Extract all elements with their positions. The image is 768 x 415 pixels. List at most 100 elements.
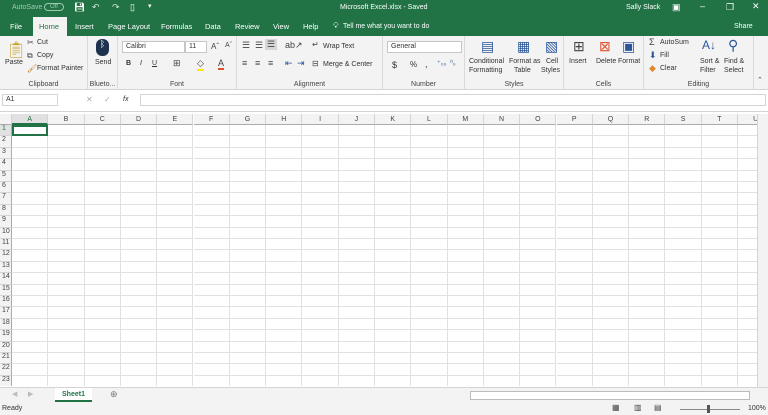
ribbon-display-icon[interactable]: ▣ <box>672 2 681 13</box>
clear-button[interactable]: Clear <box>660 65 677 72</box>
cell-Q3[interactable] <box>592 147 630 160</box>
delete-button[interactable]: Delete <box>596 58 616 65</box>
center-icon[interactable]: ≡ <box>255 58 260 68</box>
row-header[interactable]: 22 <box>0 364 12 376</box>
cell-D13[interactable] <box>120 261 158 274</box>
cell-I6[interactable] <box>302 182 339 194</box>
cell-D7[interactable] <box>120 193 158 205</box>
cell-G3[interactable] <box>229 147 267 160</box>
cell-styles-button-line2[interactable]: Styles <box>541 67 560 74</box>
cell-N7[interactable] <box>483 193 521 205</box>
cell-J6[interactable] <box>338 182 375 194</box>
cell-I1[interactable] <box>302 125 339 137</box>
cell-T15[interactable] <box>701 284 738 296</box>
cell-A20[interactable] <box>12 341 49 353</box>
page-break-view-icon[interactable]: ▤ <box>654 403 662 412</box>
cell-B23[interactable] <box>48 375 85 386</box>
cell-O19[interactable] <box>520 330 557 342</box>
cell-S3[interactable] <box>665 147 702 160</box>
cell-O1[interactable] <box>520 125 557 137</box>
cell-K19[interactable] <box>375 330 412 342</box>
cell-B22[interactable] <box>48 364 85 376</box>
comma-button[interactable]: , <box>425 59 428 69</box>
cell-M10[interactable] <box>447 227 484 239</box>
cell-G10[interactable] <box>229 227 267 239</box>
cell-I17[interactable] <box>302 307 339 319</box>
cell-I2[interactable] <box>302 136 339 148</box>
new-file-icon[interactable]: ▯ <box>130 2 135 13</box>
cell-K23[interactable] <box>375 375 412 386</box>
cell-B17[interactable] <box>48 307 85 319</box>
cell-C21[interactable] <box>84 353 121 365</box>
cell-S18[interactable] <box>665 318 702 331</box>
cell-I4[interactable] <box>302 159 339 171</box>
cell-P8[interactable] <box>556 204 593 217</box>
cell-F8[interactable] <box>193 204 230 217</box>
cell-A3[interactable] <box>12 147 49 160</box>
cell-G8[interactable] <box>229 204 267 217</box>
cell-G11[interactable] <box>229 239 267 251</box>
cell-O22[interactable] <box>520 364 557 376</box>
cell-S21[interactable] <box>665 353 702 365</box>
cell-B20[interactable] <box>48 341 85 353</box>
cell-J14[interactable] <box>338 273 375 285</box>
cell-J17[interactable] <box>338 307 375 319</box>
cell-G18[interactable] <box>229 318 267 331</box>
column-header[interactable]: F <box>193 114 230 125</box>
fill-button[interactable]: Fill <box>660 52 669 59</box>
cell-R10[interactable] <box>629 227 666 239</box>
cell-A18[interactable] <box>12 318 49 331</box>
cell-F19[interactable] <box>193 330 230 342</box>
cell-J16[interactable] <box>338 296 375 308</box>
conditional-formatting-button[interactable]: Conditional <box>469 58 504 65</box>
cell-G15[interactable] <box>229 284 267 296</box>
cell-K7[interactable] <box>375 193 412 205</box>
cell-P18[interactable] <box>556 318 593 331</box>
cell-E9[interactable] <box>157 216 194 228</box>
cell-T1[interactable] <box>701 125 738 137</box>
cell-L18[interactable] <box>411 318 448 331</box>
cell-T14[interactable] <box>701 273 738 285</box>
cell-T23[interactable] <box>702 375 738 386</box>
cell-F5[interactable] <box>193 170 230 182</box>
tell-me-input[interactable]: Tell me what you want to do <box>343 23 429 30</box>
tab-page-layout[interactable]: Page Layout <box>102 17 156 36</box>
cell-B3[interactable] <box>48 147 85 160</box>
row-header[interactable]: 10 <box>0 227 12 239</box>
cell-L16[interactable] <box>411 296 448 308</box>
cell-F3[interactable] <box>193 147 230 160</box>
share-button[interactable]: Share <box>734 23 753 30</box>
cell-C15[interactable] <box>84 284 121 296</box>
cell-P3[interactable] <box>556 147 593 160</box>
cell-S1[interactable] <box>665 125 702 137</box>
cell-E16[interactable] <box>157 296 194 308</box>
wrap-text-button[interactable]: Wrap Text <box>323 43 354 50</box>
cell-D3[interactable] <box>120 147 158 160</box>
cell-L2[interactable] <box>411 136 448 148</box>
cell-L19[interactable] <box>411 330 448 342</box>
row-header[interactable]: 3 <box>0 147 12 160</box>
cell-K10[interactable] <box>375 227 412 239</box>
row-header[interactable]: 1 <box>0 125 12 137</box>
column-header[interactable]: C <box>84 114 121 125</box>
cell-L1[interactable] <box>411 125 448 137</box>
cell-C12[interactable] <box>84 250 121 262</box>
cell-J21[interactable] <box>338 353 375 365</box>
cell-O9[interactable] <box>520 216 557 228</box>
cell-S22[interactable] <box>665 364 702 376</box>
cell-C5[interactable] <box>84 170 121 182</box>
cell-H8[interactable] <box>266 204 303 217</box>
cell-D9[interactable] <box>120 216 158 228</box>
cell-P2[interactable] <box>556 136 593 148</box>
cell-H3[interactable] <box>266 147 303 160</box>
cell-F21[interactable] <box>193 353 230 365</box>
cell-R23[interactable] <box>629 375 666 386</box>
row-header[interactable]: 2 <box>0 136 12 148</box>
cell-R11[interactable] <box>629 239 666 251</box>
cell-B19[interactable] <box>48 330 85 342</box>
cell-A14[interactable] <box>12 273 49 285</box>
restore-icon[interactable]: ❐ <box>726 2 734 13</box>
cell-J23[interactable] <box>339 375 375 386</box>
row-header[interactable]: 23 <box>0 375 12 386</box>
cell-T6[interactable] <box>701 182 738 194</box>
